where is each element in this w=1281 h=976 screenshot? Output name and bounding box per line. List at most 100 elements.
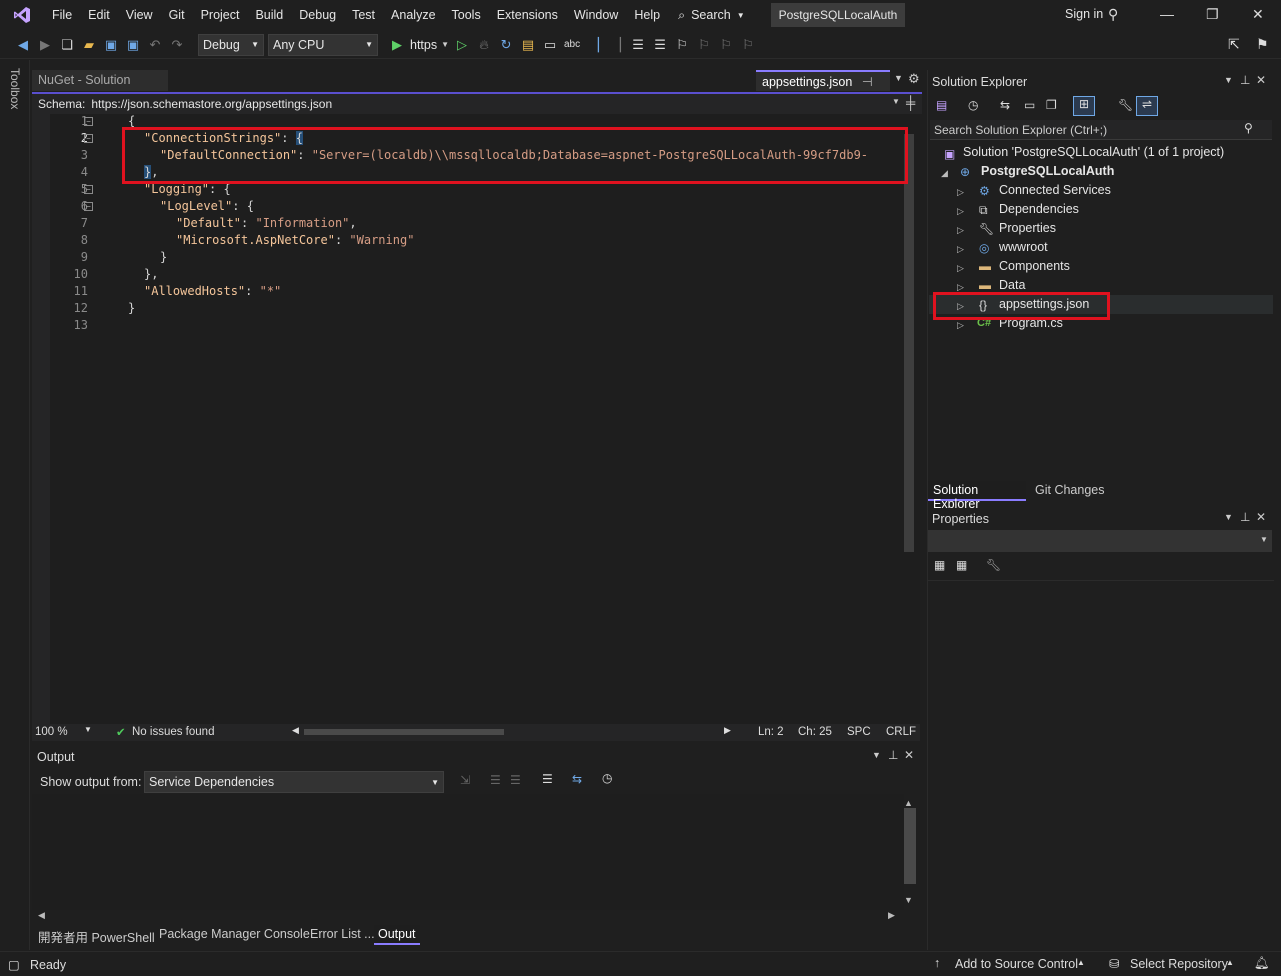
- redo-icon[interactable]: ↷: [168, 37, 186, 53]
- layout-icon[interactable]: ▭: [541, 37, 559, 53]
- sync-icon[interactable]: ⇆: [1000, 98, 1010, 112]
- bookmark-icon[interactable]: ⚐: [673, 37, 691, 53]
- menu-build[interactable]: Build: [247, 0, 291, 30]
- fold-toggle-icon[interactable]: −: [84, 117, 93, 126]
- column-indicator[interactable]: Ch: 25: [798, 726, 832, 738]
- collapsed-arrow-icon[interactable]: ▷: [957, 225, 964, 236]
- menu-extensions[interactable]: Extensions: [489, 0, 566, 30]
- scroll-right-icon[interactable]: ▶: [888, 910, 895, 921]
- scroll-down-icon[interactable]: ▼: [904, 895, 913, 905]
- find-message-icon[interactable]: ⇲: [460, 773, 470, 787]
- expanded-arrow-icon[interactable]: ◢: [941, 168, 948, 179]
- object-selector[interactable]: ▼: [928, 530, 1272, 552]
- panel-menu-icon[interactable]: ▼: [1224, 512, 1233, 522]
- tree-item-dependencies[interactable]: Dependencies: [999, 200, 1079, 219]
- categorized-icon[interactable]: ▦: [934, 558, 945, 572]
- close-panel-icon[interactable]: ✕: [1256, 73, 1266, 87]
- comment-icon[interactable]: ▕: [585, 37, 603, 53]
- scroll-up-icon[interactable]: ▲: [904, 798, 913, 808]
- menu-view[interactable]: View: [118, 0, 161, 30]
- spellcheck-icon[interactable]: abc: [563, 39, 581, 50]
- pin-icon[interactable]: ⊥: [1240, 510, 1250, 524]
- collapsed-arrow-icon[interactable]: ▷: [957, 320, 964, 331]
- panel-menu-icon[interactable]: ▼: [872, 750, 881, 760]
- toolbox-tab[interactable]: Toolbox: [8, 68, 22, 109]
- close-icon[interactable]: ✕: [1252, 6, 1264, 23]
- split-editor-icon[interactable]: ╪: [906, 95, 915, 110]
- menu-tools[interactable]: Tools: [444, 0, 489, 30]
- visual-studio-logo-icon[interactable]: [0, 5, 44, 25]
- chevron-down-icon[interactable]: ▼: [892, 97, 900, 106]
- output-source-select[interactable]: Service Dependencies ▼: [144, 771, 444, 793]
- menu-git[interactable]: Git: [161, 0, 193, 30]
- chevron-up-icon[interactable]: ▲: [1226, 958, 1234, 967]
- share-icon[interactable]: ⇱: [1228, 36, 1240, 53]
- clear-all-icon[interactable]: ☰: [542, 772, 553, 786]
- switch-views-icon[interactable]: ▤: [936, 98, 947, 112]
- chevron-up-icon[interactable]: ▲: [1077, 958, 1085, 967]
- line-ending-indicator[interactable]: CRLF: [886, 726, 916, 738]
- chevron-down-icon[interactable]: ▼: [441, 40, 449, 49]
- panel-menu-icon[interactable]: ▼: [1224, 75, 1233, 85]
- new-item-icon[interactable]: ❏: [58, 37, 76, 53]
- hot-reload-icon[interactable]: 🔥︎: [475, 37, 493, 53]
- scroll-right-icon[interactable]: ▶: [724, 725, 731, 736]
- tree-project[interactable]: PostgreSQLLocalAuth: [981, 162, 1114, 181]
- minimize-icon[interactable]: —: [1160, 6, 1174, 22]
- next-bookmark-icon[interactable]: ⚐: [717, 37, 735, 53]
- pin-icon[interactable]: ⊣: [862, 75, 873, 89]
- tab-list-dropdown-icon[interactable]: ▼: [894, 73, 903, 83]
- preview-selected-icon[interactable]: ⇌: [1136, 96, 1158, 116]
- menu-project[interactable]: Project: [193, 0, 248, 30]
- notifications-bell-icon[interactable]: 🔔︎: [1254, 956, 1270, 971]
- tree-item-wwwroot[interactable]: wwwroot: [999, 238, 1048, 257]
- start-without-debugging-icon[interactable]: ▷: [453, 37, 471, 53]
- scroll-left-icon[interactable]: ◀: [292, 725, 299, 736]
- run-icon[interactable]: ▶: [388, 37, 406, 53]
- tree-solution[interactable]: Solution 'PostgreSQLLocalAuth' (1 of 1 p…: [963, 143, 1224, 162]
- menu-test[interactable]: Test: [344, 0, 383, 30]
- feedback-icon[interactable]: ⚑: [1256, 36, 1269, 53]
- tab-error-list[interactable]: Error List ...: [310, 927, 375, 941]
- account-settings-icon[interactable]: ⚲: [1108, 6, 1118, 23]
- issues-status[interactable]: No issues found: [132, 726, 214, 738]
- collapse-all-icon[interactable]: ▭: [1024, 98, 1035, 112]
- configuration-select[interactable]: Debug ▼: [198, 33, 264, 56]
- outdent-icon[interactable]: ☰: [651, 37, 669, 53]
- pin-icon[interactable]: ⊥: [1240, 73, 1250, 87]
- solution-explorer-search[interactable]: Search Solution Explorer (Ctrl+;) ⚲: [930, 120, 1272, 140]
- global-search[interactable]: ⌕ Search ▼: [668, 8, 755, 23]
- tab-appsettings-json[interactable]: appsettings.json ⊣ ✕: [756, 70, 890, 110]
- restore-icon[interactable]: ❐: [1206, 6, 1219, 23]
- forward-icon[interactable]: ▶: [36, 37, 54, 53]
- pin-icon[interactable]: ⊥: [888, 748, 898, 762]
- editor-scroll-thumb[interactable]: [904, 134, 914, 552]
- chevron-down-icon[interactable]: ▼: [84, 725, 92, 734]
- filter-icon[interactable]: ⊞: [1073, 96, 1095, 116]
- output-scroll-thumb[interactable]: [904, 808, 916, 884]
- alphabetical-icon[interactable]: ▦: [956, 558, 967, 572]
- whitespace-indicator[interactable]: SPC: [847, 726, 871, 738]
- save-all-icon[interactable]: ▣: [124, 37, 142, 53]
- zoom-level[interactable]: 100 %: [35, 726, 68, 738]
- tree-item-connected-services[interactable]: Connected Services: [999, 181, 1111, 200]
- indent-icon[interactable]: ☰: [629, 37, 647, 53]
- scroll-left-icon[interactable]: ◀: [38, 910, 45, 921]
- tree-item-properties[interactable]: Properties: [999, 219, 1056, 238]
- fold-toggle-icon[interactable]: −: [84, 185, 93, 194]
- line-indicator[interactable]: Ln: 2: [758, 726, 784, 738]
- menu-window[interactable]: Window: [566, 0, 626, 30]
- menu-edit[interactable]: Edit: [80, 0, 118, 30]
- tab-solution-explorer[interactable]: Solution Explorer: [928, 481, 1026, 511]
- collapsed-arrow-icon[interactable]: ▷: [957, 263, 964, 274]
- run-profile-button[interactable]: https: [410, 38, 437, 52]
- word-wrap-icon[interactable]: ⇆: [572, 772, 582, 786]
- undo-icon[interactable]: ↶: [146, 37, 164, 53]
- uncomment-icon[interactable]: ▕: [607, 37, 625, 53]
- fold-toggle-icon[interactable]: −: [84, 134, 93, 143]
- collapsed-arrow-icon[interactable]: ▷: [957, 187, 964, 198]
- tree-item-components[interactable]: Components: [999, 257, 1070, 276]
- output-text-area[interactable]: [32, 794, 904, 910]
- open-folder-icon[interactable]: ▰: [80, 37, 98, 53]
- refresh-icon[interactable]: ↻: [497, 37, 515, 53]
